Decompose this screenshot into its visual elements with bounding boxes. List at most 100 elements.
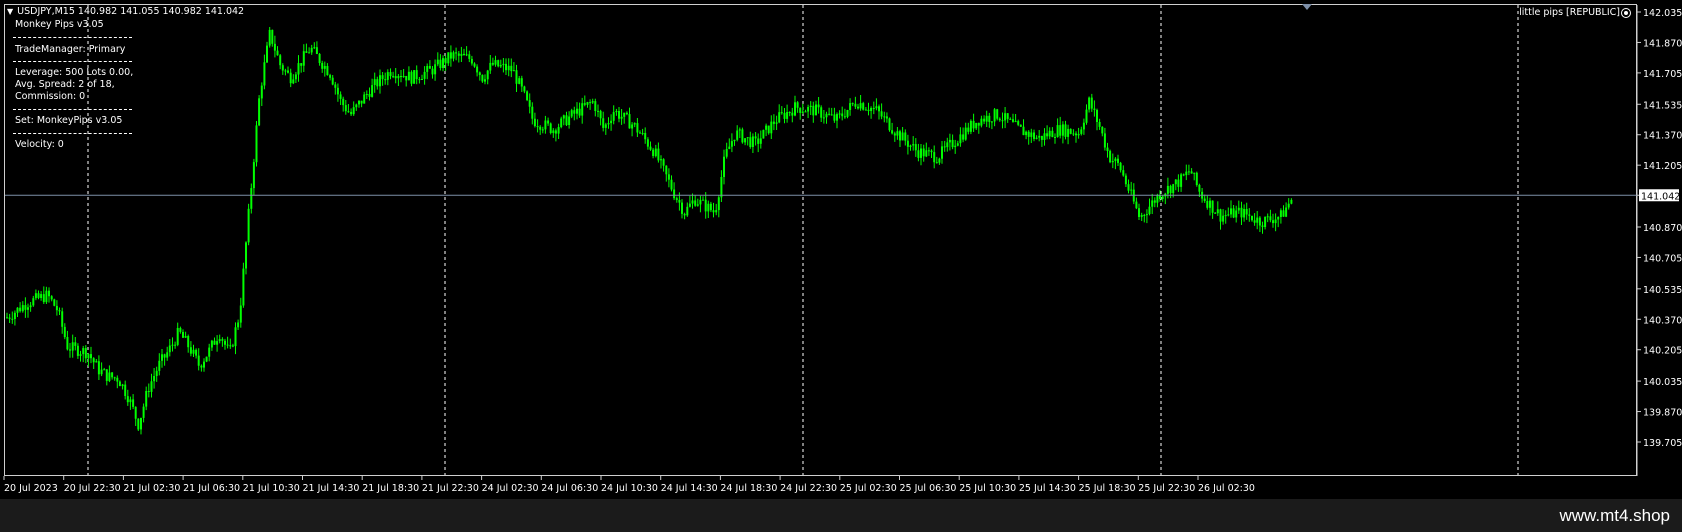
candle-body [526,91,529,101]
candle-body [486,70,489,80]
candle-body [880,111,883,117]
candle-body [846,110,849,117]
candle-body [993,109,996,122]
candle-body [97,361,100,375]
candle-body [935,162,938,164]
candle-body [1017,121,1020,125]
candle-body [58,310,61,312]
candle-body [1135,201,1138,209]
candle-body [245,242,247,269]
candle-body [368,94,371,97]
candle-body [660,159,662,161]
candle-body [1101,126,1104,134]
candle-body [476,66,479,73]
candle-body [468,54,471,59]
candle-body [336,87,339,95]
candle-body [258,98,261,126]
candle-body [210,340,213,348]
candle-body [294,74,297,80]
candle-body [1088,97,1091,110]
candle-body [313,47,316,49]
candle-body [1022,126,1025,136]
candle-body [436,59,439,65]
candle-body [260,85,263,99]
candle-body [376,79,379,87]
candle-body [19,307,22,312]
candle-body [87,354,90,359]
candle-body [1195,172,1198,185]
candle-body [373,79,376,85]
candle-body [707,203,710,212]
candle-body [1156,195,1159,203]
candle-body [252,162,255,189]
candle-body [442,58,444,68]
candle-body [1111,161,1114,163]
candle-body [497,60,500,67]
candle-body [539,126,542,130]
candle-body [885,116,888,119]
candle-body [358,100,360,105]
candle-body [82,348,85,355]
candle-body [870,108,873,111]
candle-body [688,203,691,207]
candle-body [694,200,697,206]
chart-shift-marker[interactable] [1302,4,1312,10]
candle-body [583,103,586,105]
candle-body [1256,217,1259,223]
candle-body [922,148,925,157]
candle-body [983,118,986,122]
candle-body [670,179,673,190]
price-tick-label: 140.205 [1643,346,1682,357]
candle-body [972,120,975,129]
candle-body [1085,109,1088,123]
time-axis[interactable]: 20 Jul 2023 20 Jul 22:30 21 Jul 02:30 21 Ju… [3,476,1255,494]
dropdown-triangle-icon[interactable]: ▼ [7,6,13,18]
candle-body [189,347,192,354]
candle-body [618,111,620,119]
candle-body [883,116,886,118]
candle-body [523,86,526,92]
time-tick-label: 25 Jul 22:30 [1138,483,1195,494]
time-tick-label: 21 Jul 22:30 [422,483,479,494]
price-chart[interactable]: 142.035 141.870 141.705 141.535 141.370 141.2… [0,0,1682,499]
candle-body [266,45,268,63]
candle-body [544,120,547,130]
trade-manager-text: TradeManager: Primary [15,44,126,55]
candle-body [400,76,402,78]
candle-body [809,105,812,107]
candle-body [1253,220,1256,223]
candle-body [140,417,142,430]
candle-body [570,110,573,117]
candle-body [150,381,153,392]
candle-body [720,177,723,198]
smiley-icon[interactable] [1621,8,1631,18]
candle-body [841,113,844,117]
candle-body [205,356,208,362]
candle-body [990,121,993,123]
price-axis[interactable]: 142.035 141.870 141.705 141.535 141.370 141.2… [1636,5,1682,476]
candle-body [1269,216,1272,221]
candle-body [371,85,374,97]
candle-body [1285,207,1288,217]
chart-window[interactable]: 142.035 141.870 141.705 141.535 141.370 141.2… [0,0,1682,499]
candle-body [783,112,786,119]
candle-body [95,361,98,363]
candle-body [549,123,552,133]
candle-body [263,62,266,86]
candle-body [872,108,875,109]
candle-body [171,344,174,346]
candle-body [969,120,972,132]
candle-body [100,369,103,375]
candle-body [347,111,350,113]
candle-body [1277,217,1280,220]
candle-body [234,327,237,347]
candle-body [121,384,124,387]
candle-body [132,399,135,407]
candle-body [625,112,628,115]
candle-body [962,134,965,140]
price-tick-label: 139.870 [1643,408,1682,419]
candle-body [305,51,308,53]
candle-body [379,75,381,87]
candle-body [271,29,274,44]
candle-body [862,103,865,110]
